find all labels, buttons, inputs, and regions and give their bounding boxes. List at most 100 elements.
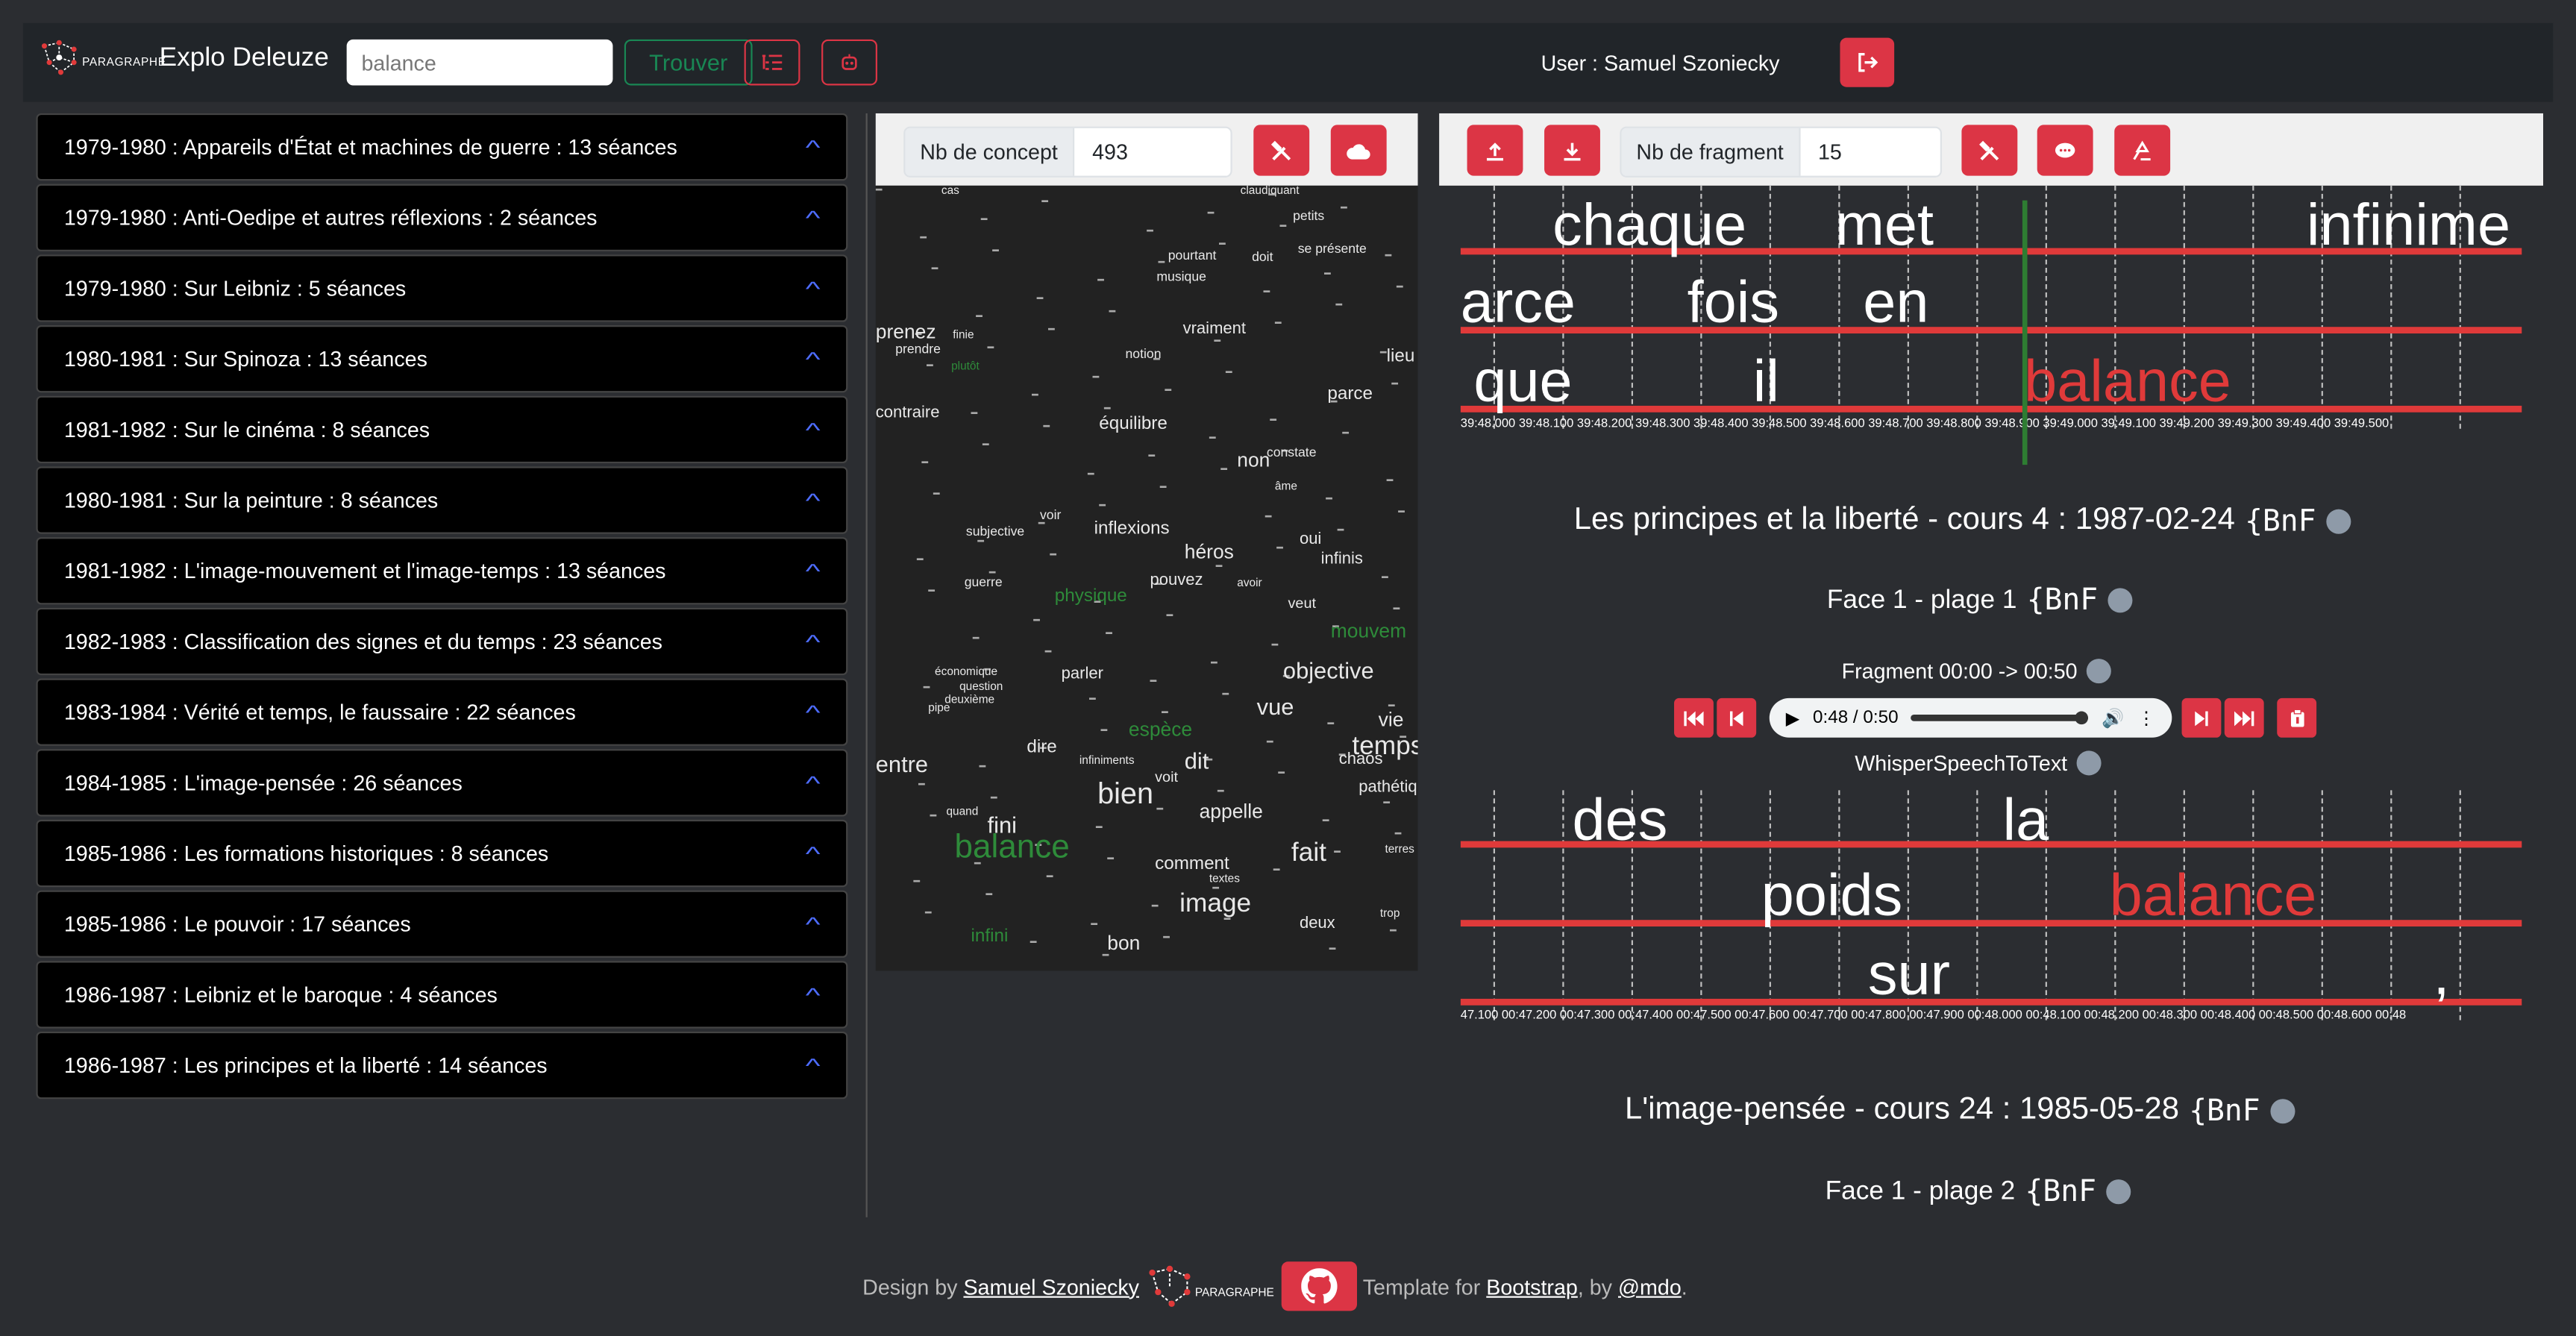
cloud-word[interactable]: physique [1055,587,1127,606]
course-item[interactable]: 1985-1986 : Le pouvoir : 17 séances ^ [36,890,848,958]
transcript-word[interactable]: arce [1461,272,1576,332]
cloud-word[interactable]: finie [953,330,974,342]
cloud-word[interactable]: équilibre [1099,415,1168,433]
more-options-icon[interactable]: ⋮ [2137,707,2155,728]
cloud-word[interactable]: se présente [1298,242,1367,257]
cloud-word[interactable]: question [959,682,1003,693]
fragment-transcript-1[interactable]: chaque met infinime arce fois en que il balance 3… [1460,185,2522,465]
chevron-up-icon[interactable]: ^ [806,842,821,865]
fragment-transcript-2[interactable]: des la poids balance sur, 47.100 00:47.200 00… [1460,790,2522,1025]
cloud-word[interactable]: plutôt [951,361,980,372]
find-button[interactable]: Trouver [624,39,753,86]
cloud-word[interactable]: pathétique [1358,780,1417,797]
cloud-word[interactable]: veut [1288,595,1316,611]
cloud-word[interactable]: balance [954,831,1069,864]
chevron-up-icon[interactable]: ^ [806,559,821,583]
cloud-word[interactable]: fait [1291,840,1326,868]
cloud-button[interactable] [1330,125,1387,176]
chevron-up-icon[interactable]: ^ [806,700,821,724]
cloud-word[interactable]: musique [1156,270,1206,284]
comment-button[interactable] [2037,125,2093,176]
bnf-link-2[interactable]: {BnF [2189,1094,2260,1128]
paragraphe-logo[interactable]: PARAGRAPHE [40,40,166,75]
cloud-word[interactable]: prendre [895,342,941,357]
cloud-word[interactable]: voir [1040,509,1061,523]
recycle-button[interactable] [2114,125,2171,176]
mdo-link[interactable]: @mdo [1618,1274,1682,1299]
cloud-word[interactable]: comment [1155,855,1229,874]
cloud-word[interactable]: doit [1252,251,1273,265]
chevron-up-icon[interactable]: ^ [806,983,821,1006]
cloud-word[interactable]: cas [941,186,959,197]
chevron-up-icon[interactable]: ^ [806,418,821,441]
cloud-word[interactable]: prenez [876,322,936,342]
cloud-word[interactable]: deux [1300,916,1335,933]
cloud-word[interactable]: héros [1185,542,1234,562]
cloud-word[interactable]: entre [876,753,928,776]
course-item[interactable]: 1979-1980 : Appareils d'État et machines… [36,113,848,181]
transcript-word[interactable]: fois [1687,272,1779,332]
transcript-word[interactable]: poids [1761,865,1903,925]
course-item[interactable]: 1985-1986 : Les formations historiques :… [36,819,848,888]
cloud-word[interactable]: pourtant [1168,249,1217,263]
cloud-word[interactable]: vie [1379,709,1404,729]
transcript-word[interactable]: la [2002,790,2049,849]
fragment-tools-button[interactable] [1961,125,2018,176]
cloud-word[interactable]: voit [1155,770,1178,785]
cloud-word[interactable]: constate [1267,446,1317,460]
cloud-word[interactable]: vraiment [1183,322,1246,339]
cloud-word[interactable]: appelle [1200,802,1263,821]
transcript-word[interactable]: met [1835,195,1934,254]
audio-player[interactable]: ▶ 0:48 / 0:50 🔊 ⋮ [1769,697,2172,738]
search-input[interactable] [346,39,613,86]
chevron-up-icon[interactable]: ^ [806,206,821,229]
bootstrap-link[interactable]: Bootstrap [1486,1274,1578,1299]
chevron-up-icon[interactable]: ^ [806,489,821,512]
course-item[interactable]: 1981-1982 : Sur le cinéma : 8 séances ^ [36,395,848,464]
previous-fragment-button[interactable] [1717,697,1757,738]
cloud-word[interactable]: dit [1185,749,1209,772]
word-cloud[interactable]: ▬ ▬ ▬ ▬ ▬ ▬ ▬ ▬ ▬ ▬ ▬ ▬ ▬ ▬ ▬ ▬ ▬ ▬ ▬ ▬ ▬ ▬ ▬ ▬ ▬ ▬ ▬ ▬ ▬ ▬ ▬ ▬ ▬ ▬ ▬ ▬ ▬ ▬ ▬ ▬… [875,185,1418,971]
transcript-word[interactable]: chaque [1552,195,1746,254]
transcript-word[interactable]: en [1863,272,1928,332]
course-item[interactable]: 1979-1980 : Anti-Oedipe et autres réflex… [36,184,848,251]
session-title-1[interactable]: Les principes et la liberté - cours 4 : … [1574,503,2351,539]
chevron-up-icon[interactable]: ^ [806,912,821,935]
cloud-word[interactable]: dire [1027,738,1056,757]
bnf-link-face-1[interactable]: {BnF [2027,583,2098,618]
transcript-word[interactable]: que [1473,351,1572,410]
cloud-word[interactable]: âme [1275,481,1297,492]
chevron-up-icon[interactable]: ^ [806,136,821,159]
cloud-word[interactable]: textes [1209,874,1240,885]
volume-icon[interactable]: 🔊 [2102,707,2124,728]
cloud-word[interactable]: inflexions [1094,520,1170,539]
github-button[interactable] [1280,1261,1356,1311]
transcript-word[interactable]: infinime [2307,195,2510,254]
session-title-2[interactable]: L'image-pensée - cours 24 : 1985-05-28 {… [1625,1092,2295,1128]
cloud-word[interactable]: pipe [928,703,950,715]
cloud-word[interactable]: trop [1380,909,1400,920]
last-fragment-button[interactable] [2224,697,2264,738]
course-item[interactable]: 1980-1981 : Sur Spinoza : 13 séances ^ [36,325,848,393]
cloud-word[interactable]: quand [946,806,978,818]
cloud-word[interactable]: claudiquant [1241,186,1300,197]
transcript-word[interactable]: des [1573,790,1668,849]
course-item[interactable]: 1986-1987 : Les principes et la liberté … [36,1031,848,1100]
cloud-word[interactable]: lieu [1387,348,1415,366]
concept-tools-button[interactable] [1253,125,1310,176]
cloud-word[interactable]: espèce [1129,720,1192,739]
cloud-word[interactable]: non [1237,450,1270,469]
cloud-word[interactable]: parce [1327,385,1373,404]
cloud-word[interactable]: image [1179,891,1251,918]
cloud-word[interactable]: parler [1062,666,1103,683]
chevron-up-icon[interactable]: ^ [806,1054,821,1077]
cloud-word[interactable]: objective [1283,659,1374,682]
cloud-word[interactable]: contraire [876,405,940,422]
app-brand[interactable]: Explo Deleuze [160,44,329,74]
next-fragment-button[interactable] [2181,697,2222,738]
clipboard-button[interactable] [2277,697,2317,738]
audio-progress[interactable] [1911,711,2089,725]
course-item[interactable]: 1986-1987 : Leibniz et le baroque : 4 sé… [36,961,848,1029]
download-button[interactable] [1544,125,1600,176]
playhead-cursor[interactable] [2022,200,2028,465]
